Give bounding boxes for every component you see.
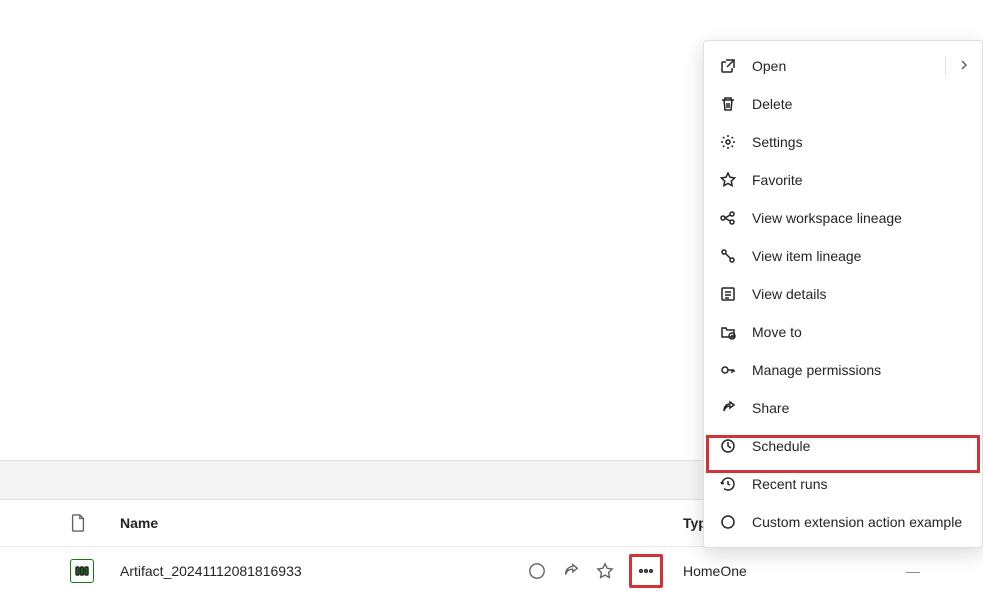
menu-item-lineage[interactable]: View item lineage bbox=[704, 237, 982, 275]
menu-settings[interactable]: Settings bbox=[704, 123, 982, 161]
menu-view-details[interactable]: View details bbox=[704, 275, 982, 313]
menu-custom-extension[interactable]: Custom extension action example bbox=[704, 503, 982, 541]
menu-label: Favorite bbox=[752, 172, 803, 188]
menu-label: Settings bbox=[752, 134, 803, 150]
star-icon bbox=[718, 170, 738, 190]
menu-workspace-lineage[interactable]: View workspace lineage bbox=[704, 199, 982, 237]
delete-icon bbox=[718, 94, 738, 114]
column-header-name[interactable]: Name bbox=[120, 515, 483, 531]
menu-delete[interactable]: Delete bbox=[704, 85, 982, 123]
menu-label: View details bbox=[752, 286, 826, 302]
details-icon bbox=[718, 284, 738, 304]
share-icon[interactable] bbox=[561, 561, 581, 581]
artifact-type-icon bbox=[70, 559, 120, 583]
menu-label: Move to bbox=[752, 324, 802, 340]
menu-label: Delete bbox=[752, 96, 792, 112]
menu-label: Manage permissions bbox=[752, 362, 881, 378]
artifact-owner: — bbox=[863, 563, 963, 579]
menu-label: Custom extension action example bbox=[752, 514, 962, 530]
menu-recent-runs[interactable]: Recent runs bbox=[704, 465, 982, 503]
menu-label: View workspace lineage bbox=[752, 210, 902, 226]
menu-share[interactable]: Share bbox=[704, 389, 982, 427]
menu-label: Share bbox=[752, 400, 789, 416]
menu-label: View item lineage bbox=[752, 248, 861, 264]
file-icon bbox=[70, 514, 120, 532]
menu-move-to[interactable]: Move to bbox=[704, 313, 982, 351]
lineage-icon bbox=[718, 208, 738, 228]
select-circle-icon[interactable] bbox=[527, 561, 547, 581]
menu-favorite[interactable]: Favorite bbox=[704, 161, 982, 199]
star-icon[interactable] bbox=[595, 561, 615, 581]
key-icon bbox=[718, 360, 738, 380]
gear-icon bbox=[718, 132, 738, 152]
artifact-type: HomeOne bbox=[683, 563, 863, 579]
circle-icon bbox=[718, 512, 738, 532]
chevron-right-icon bbox=[958, 58, 970, 74]
context-menu: Open Delete Settings Favorite View works… bbox=[703, 40, 983, 548]
folder-move-icon bbox=[718, 322, 738, 342]
table-row[interactable]: Artifact_20241112081816933 HomeOne — bbox=[0, 546, 983, 594]
share-arrow-icon bbox=[718, 398, 738, 418]
clock-icon bbox=[718, 436, 738, 456]
artifact-name[interactable]: Artifact_20241112081816933 bbox=[120, 563, 483, 579]
menu-open[interactable]: Open bbox=[704, 47, 982, 85]
menu-label: Open bbox=[752, 58, 786, 74]
menu-schedule[interactable]: Schedule bbox=[704, 427, 982, 465]
history-icon bbox=[718, 474, 738, 494]
open-icon bbox=[718, 56, 738, 76]
row-actions bbox=[483, 554, 683, 588]
menu-label: Recent runs bbox=[752, 476, 827, 492]
item-lineage-icon bbox=[718, 246, 738, 266]
menu-manage-permissions[interactable]: Manage permissions bbox=[704, 351, 982, 389]
menu-label: Schedule bbox=[752, 438, 810, 454]
more-options-button[interactable] bbox=[629, 554, 663, 588]
